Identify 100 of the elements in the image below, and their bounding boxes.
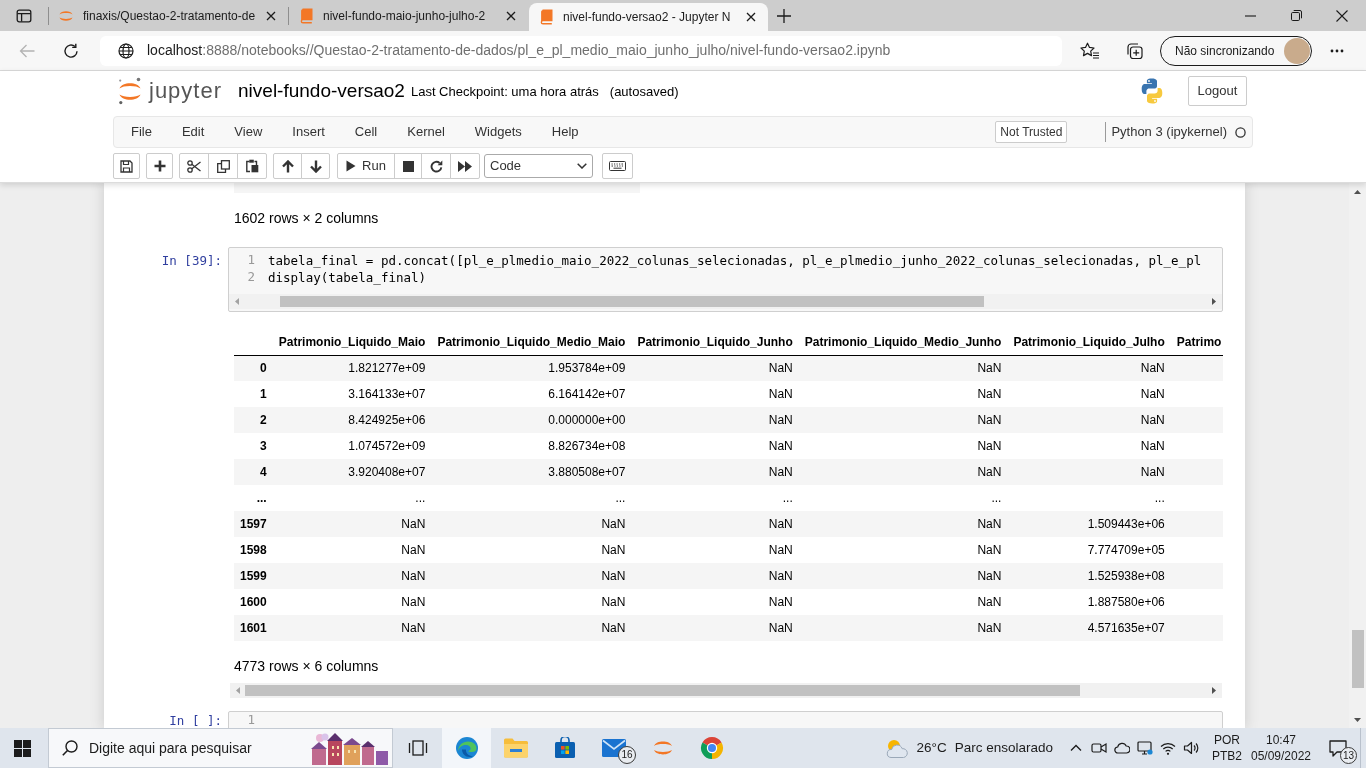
notebook-name[interactable]: nivel-fundo-versao2 [238, 80, 405, 102]
table-cell: NaN [1140, 413, 1165, 427]
row-index: 1600 [240, 595, 267, 609]
windows-logo-icon[interactable] [13, 739, 31, 757]
menu-item[interactable]: File [116, 122, 167, 142]
table-cell: NaN [977, 569, 1002, 583]
browser-tab[interactable]: finaxis/Questao-2-tratamento-de [49, 0, 288, 31]
table-cell: NaN [768, 621, 793, 635]
search-icon [62, 740, 78, 756]
close-icon[interactable] [266, 10, 276, 21]
cell-type-dropdown[interactable]: Code [484, 154, 593, 178]
refresh-icon[interactable] [63, 42, 79, 59]
notification-badge: 16 [618, 746, 636, 764]
close-icon[interactable] [746, 12, 756, 22]
table-cell: 1.953784e+09 [548, 361, 626, 376]
monitor-icon[interactable] [1136, 740, 1153, 756]
wifi-icon[interactable] [1159, 740, 1176, 756]
clock[interactable]: 10:47 05/09/2022 [1246, 728, 1316, 768]
table-cell: ... [615, 491, 626, 505]
restart-button[interactable] [421, 153, 451, 179]
minimize-icon[interactable] [1244, 14, 1256, 17]
column-header: Patrimo [1176, 334, 1222, 349]
taskbar-app-button[interactable] [442, 728, 491, 768]
stop-button[interactable] [394, 153, 422, 179]
code-input[interactable]: 1 tabela_final = pd.concat([pl_e_plmedio_maio_2022_colunas_selecionadas, pl_e_plmedio_junho_2022_colunas_selecionadas, pl_e_pl 2 display(tabela_final) [228, 247, 1223, 312]
cut-button[interactable] [179, 153, 209, 179]
weather-temperature[interactable]: 26°C [916, 737, 947, 759]
scroll-up-icon[interactable] [1354, 189, 1361, 194]
run-button[interactable]: Run [337, 153, 395, 179]
table-cell: NaN [977, 595, 1002, 609]
code-line: display(tabela_final) [268, 269, 427, 286]
more-icon[interactable] [1330, 48, 1344, 53]
table-cell: NaN [977, 439, 1002, 453]
table-cell: ... [782, 491, 793, 505]
tab-actions-icon[interactable] [16, 7, 32, 24]
scrollbar-thumb[interactable] [280, 296, 984, 307]
menu-item[interactable]: Help [536, 122, 594, 142]
scroll-right-icon[interactable] [1212, 298, 1216, 305]
table-cell: 3.920408e+07 [348, 465, 426, 479]
menu-item[interactable]: Edit [166, 122, 220, 142]
restore-icon[interactable] [1290, 10, 1302, 21]
task-view-icon[interactable] [407, 740, 428, 756]
table-cell: 1.509443e+06 [1087, 517, 1165, 531]
row-index: 4 [260, 465, 267, 479]
menu-item[interactable]: View [219, 122, 278, 142]
run-all-button[interactable] [450, 153, 480, 179]
folder-icon [503, 738, 528, 758]
insert-cell-button[interactable] [146, 153, 173, 179]
menu-item[interactable]: Insert [277, 122, 340, 142]
column-header: Patrimonio_Liquido_Maio [278, 334, 426, 349]
table-cell: NaN [977, 543, 1002, 557]
scissors-icon [187, 159, 201, 173]
copy-button[interactable] [208, 153, 238, 179]
browser-tab[interactable]: nivel-fundo-versao2 - Jupyter N [529, 3, 768, 31]
paste-button[interactable] [237, 153, 267, 179]
input-prompt: In [39]: [161, 253, 222, 268]
close-window-icon[interactable] [1336, 9, 1348, 22]
row-index: 1599 [240, 569, 267, 583]
table-cell: NaN [601, 543, 626, 557]
table-cell: NaN [401, 517, 426, 531]
language-indicator[interactable]: POR PTB2 [1208, 728, 1246, 768]
weather-condition[interactable]: Parc ensolarado [954, 737, 1053, 759]
keyboard-button[interactable] [602, 153, 633, 179]
address-field[interactable]: localhost:8888/notebooks//Questao-2-tratamento-de-dados/pl_e_pl_medio_maio_junho_julho/nivel-fundo-versao2.ipynb [100, 35, 1062, 66]
taskbar-app-button[interactable]: 16 [589, 728, 638, 768]
browser-tab[interactable]: nivel-fundo-maio-junho-julho-2 [289, 0, 528, 31]
table-cell: NaN [401, 595, 426, 609]
scroll-down-icon[interactable] [1354, 717, 1361, 722]
row-index: 0 [260, 361, 267, 376]
favorites-icon[interactable] [1080, 41, 1100, 60]
logout-button[interactable]: Logout [1188, 76, 1247, 106]
menu-item[interactable]: Cell [339, 122, 393, 142]
notification-badge: 13 [1340, 747, 1358, 764]
menu-item[interactable]: Widgets [459, 122, 537, 142]
scrollbar-thumb[interactable] [245, 685, 1080, 696]
scrollbar-thumb[interactable] [1351, 630, 1364, 688]
table-cell: NaN [768, 543, 793, 557]
column-header: Patrimonio_Liquido_Junho [637, 334, 793, 349]
table-cell: NaN [977, 517, 1002, 531]
video-camera-icon[interactable] [1090, 740, 1107, 756]
plus-icon[interactable] [776, 7, 792, 24]
collections-icon[interactable] [1125, 41, 1143, 60]
table-cell: NaN [977, 413, 1002, 427]
scroll-right-icon[interactable] [1212, 687, 1216, 694]
trust-button[interactable]: Not Trusted [995, 121, 1068, 143]
table-cell: NaN [977, 621, 1002, 635]
table-cell: 4.571635e+07 [1087, 621, 1165, 635]
save-button[interactable] [113, 153, 140, 179]
table-cell: NaN [1140, 439, 1165, 453]
move-up-button[interactable] [273, 153, 302, 179]
move-down-button[interactable] [301, 153, 330, 179]
cloud-icon[interactable] [1113, 740, 1130, 756]
table-cell: NaN [977, 387, 1002, 401]
close-icon[interactable] [506, 10, 516, 21]
table-cell: NaN [768, 595, 793, 609]
column-header: Patrimonio_Liquido_Medio_Junho [804, 334, 1002, 349]
column-header: Patrimonio_Liquido_Medio_Maio [437, 334, 626, 349]
table-cell: 1.821277e+09 [348, 361, 426, 376]
menu-item[interactable]: Kernel [392, 122, 460, 142]
speaker-icon[interactable] [1182, 740, 1199, 756]
